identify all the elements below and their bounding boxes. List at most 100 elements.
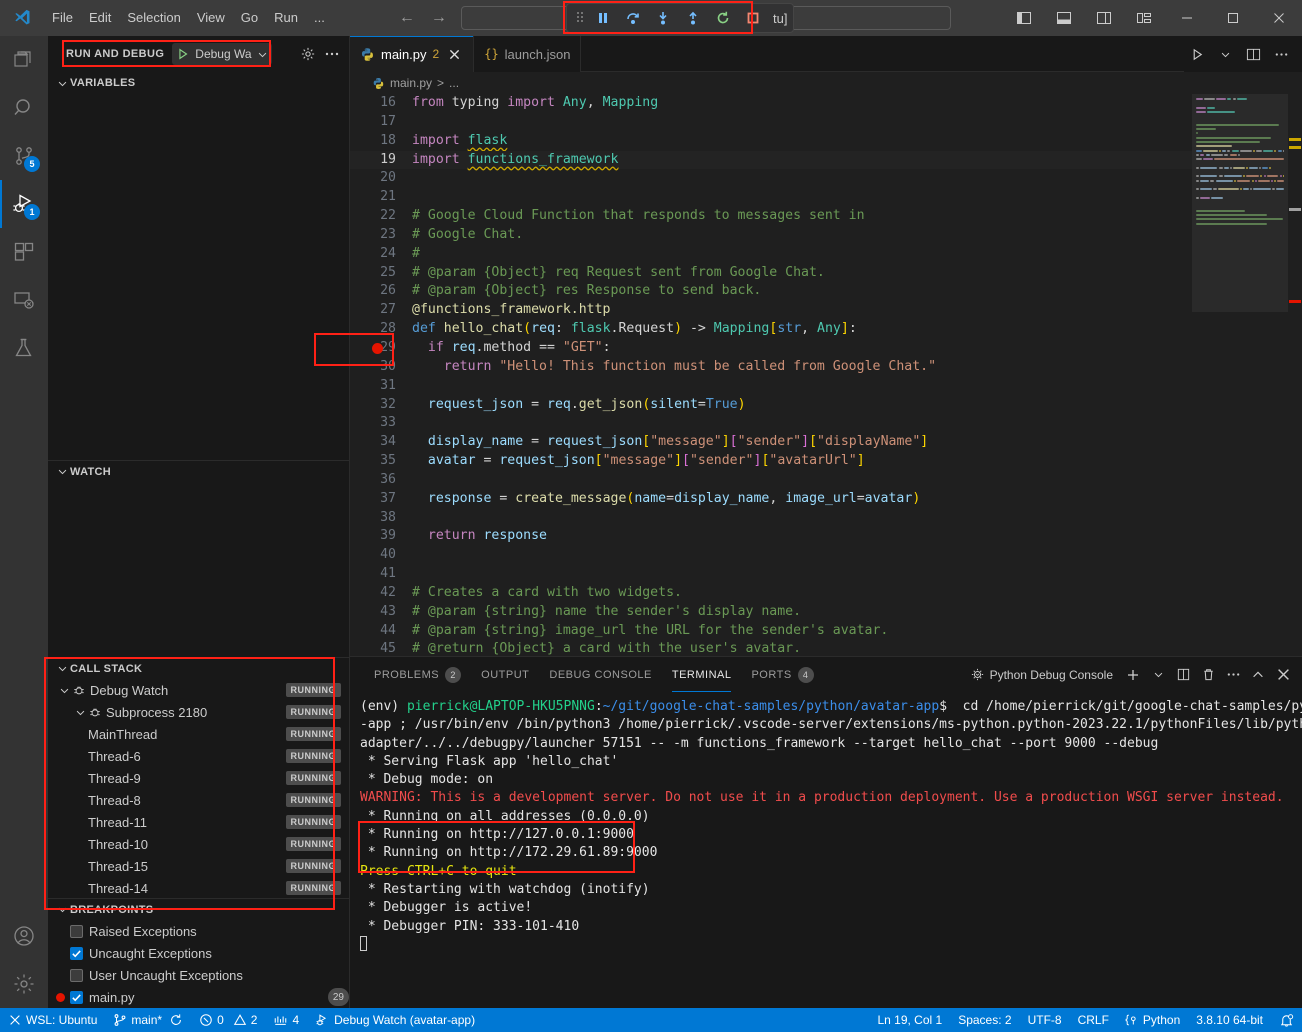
overview-ruler[interactable] [1288,94,1302,656]
close-icon[interactable] [445,45,463,63]
panel-tab-terminal[interactable]: TERMINAL [662,657,742,692]
line-number[interactable]: 30 [350,358,412,377]
code-line[interactable]: 39 return response [350,527,1192,546]
line-number[interactable]: 40 [350,546,412,565]
code-line[interactable]: 45# @return {Object} a card with the use… [350,640,1192,656]
line-number[interactable]: 35 [350,452,412,471]
line-number[interactable]: 43 [350,603,412,622]
debug-step-over-button[interactable] [619,6,647,30]
split-terminal-icon[interactable] [1172,664,1194,686]
code-line[interactable]: 22# Google Cloud Function that responds … [350,207,1192,226]
customize-layout-icon[interactable] [1124,0,1164,36]
line-number[interactable]: 32 [350,396,412,415]
status-encoding[interactable]: UTF-8 [1020,1008,1070,1032]
window-close-button[interactable] [1256,0,1302,36]
menu-selection[interactable]: Selection [119,5,188,31]
code-line[interactable]: 38 [350,509,1192,528]
editor-minimap[interactable] [1192,94,1302,656]
activitybar-item-accounts[interactable] [0,912,48,960]
status-language-mode[interactable]: Python [1117,1008,1188,1032]
breakpoint-row[interactable]: Uncaught Exceptions [48,942,349,964]
arrow-right-icon[interactable]: → [431,9,447,27]
sync-icon[interactable] [169,1013,183,1027]
line-number[interactable]: 25 [350,264,412,283]
code-line[interactable]: 16from typing import Any, Mapping [350,94,1192,113]
code-line[interactable]: 23# Google Chat. [350,226,1192,245]
breadcrumb-rest[interactable]: ... [449,76,459,90]
maximize-panel-chevron-up-icon[interactable] [1247,664,1269,686]
line-number[interactable]: 31 [350,377,412,396]
callstack-row[interactable]: Subprocess 2180RUNNING [48,701,349,723]
callstack-row[interactable]: Thread-6RUNNING [48,745,349,767]
debug-configuration-selector[interactable]: Debug Wa [172,43,271,65]
line-number[interactable]: 20 [350,169,412,188]
editor-breakpoint-dot-icon[interactable] [372,343,383,354]
line-number[interactable]: 42 [350,584,412,603]
debug-toolbar[interactable]: tu] [566,3,794,33]
window-minimize-button[interactable] [1164,0,1210,36]
code-line[interactable]: 21 [350,188,1192,207]
callstack-row[interactable]: Thread-15RUNNING [48,855,349,877]
line-number[interactable]: 38 [350,509,412,528]
minimap-slider[interactable] [1192,94,1288,312]
debug-step-into-button[interactable] [649,6,677,30]
code-line[interactable]: 35 avatar = request_json["message"]["sen… [350,452,1192,471]
callstack-row[interactable]: Thread-9RUNNING [48,767,349,789]
code-line[interactable]: 27@functions_framework.http [350,301,1192,320]
breadcrumb-file[interactable]: main.py [390,76,432,90]
toggle-secondary-sidebar-icon[interactable] [1084,0,1124,36]
line-number[interactable]: 37 [350,490,412,509]
activitybar-item-extensions[interactable] [0,228,48,276]
line-number[interactable]: 36 [350,471,412,490]
line-number[interactable]: 26 [350,282,412,301]
editor-tab-launch-json[interactable]: {} launch.json [474,36,581,72]
breakpoint-checkbox[interactable] [70,991,83,1004]
sidebar-more-actions-ellipsis-icon[interactable] [321,43,343,65]
breakpoint-checkbox[interactable] [70,947,83,960]
status-cursor-position[interactable]: Ln 19, Col 1 [869,1008,950,1032]
callstack-row[interactable]: MainThreadRUNNING [48,723,349,745]
activitybar-item-search[interactable] [0,84,48,132]
section-watch-header[interactable]: WATCH [48,460,349,482]
debug-restart-button[interactable] [709,6,737,30]
callstack-row[interactable]: Thread-14RUNNING [48,877,349,898]
code-line[interactable]: 36 [350,471,1192,490]
breakpoint-checkbox[interactable] [70,969,83,982]
run-python-file-play-icon[interactable] [1184,41,1210,67]
menu-more[interactable]: ... [306,5,333,31]
line-number[interactable]: 23 [350,226,412,245]
code-line[interactable]: 31 [350,377,1192,396]
line-number[interactable]: 33 [350,414,412,433]
callstack-row[interactable]: Thread-11RUNNING [48,811,349,833]
run-dropdown-chevron-down-icon[interactable] [1212,41,1238,67]
arrow-left-icon[interactable]: ← [399,9,415,27]
kill-terminal-trash-icon[interactable] [1197,664,1219,686]
close-panel-icon[interactable] [1272,664,1294,686]
line-number[interactable]: 18 [350,132,412,151]
debug-stop-button[interactable] [739,6,767,30]
chevron-down-icon[interactable] [56,685,72,696]
editor-tab-main-py[interactable]: main.py 2 [350,36,474,72]
breakpoint-row[interactable]: main.py29 [48,986,349,1008]
code-line[interactable]: 37 response = create_message(name=displa… [350,490,1192,509]
status-notifications[interactable] [1271,1008,1302,1032]
debug-toolbar-drag-handle[interactable] [573,6,587,30]
panel-tab-ports[interactable]: PORTS 4 [741,657,823,692]
menu-run[interactable]: Run [266,5,306,31]
status-remote-indicator[interactable]: WSL: Ubuntu [0,1008,105,1032]
menu-view[interactable]: View [189,5,233,31]
status-eol[interactable]: CRLF [1070,1008,1117,1032]
status-problems[interactable]: 0 2 [191,1008,265,1032]
new-terminal-plus-icon[interactable] [1122,664,1144,686]
start-debugging-play-icon[interactable] [176,47,190,61]
activitybar-item-source-control[interactable]: 5 [0,132,48,180]
code-editor[interactable]: 16from typing import Any, Mapping1718imp… [350,94,1302,656]
line-number[interactable]: 39 [350,527,412,546]
toggle-primary-sidebar-icon[interactable] [1004,0,1044,36]
breakpoint-row[interactable]: User Uncaught Exceptions [48,964,349,986]
activitybar-item-remote-explorer[interactable] [0,276,48,324]
section-breakpoints-header[interactable]: BREAKPOINTS [48,898,349,920]
line-number[interactable]: 21 [350,188,412,207]
chevron-down-icon[interactable] [72,707,88,718]
line-number[interactable]: 34 [350,433,412,452]
